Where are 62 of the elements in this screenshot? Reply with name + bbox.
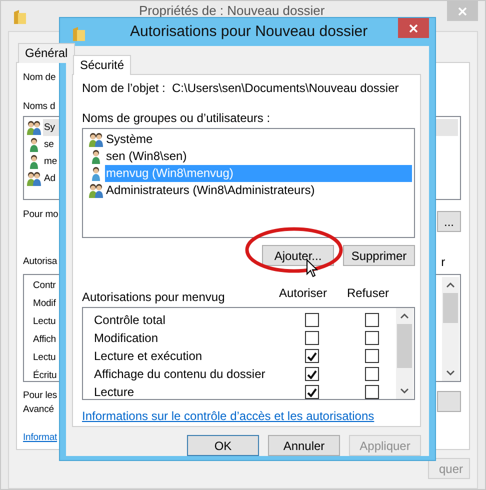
permission-name: Modification (94, 331, 160, 345)
deny-checkbox[interactable] (365, 331, 379, 345)
scroll-down-icon[interactable] (400, 388, 409, 394)
allow-checkbox[interactable] (305, 331, 319, 345)
object-path: C:\Users\sen\Documents\Nouveau dossier (172, 81, 399, 95)
instruction-text: Avancé (23, 403, 55, 417)
permission-name: Modif (33, 297, 56, 311)
scroll-up-icon[interactable] (446, 282, 455, 288)
dialog-button[interactable]: Annuler (268, 435, 340, 456)
permission-name: Affichage du contenu du dossier (94, 367, 266, 381)
allow-checkbox[interactable] (305, 313, 319, 327)
deny-checkbox[interactable] (365, 367, 379, 381)
folder-icon (72, 26, 86, 42)
field-label: Noms de groupes ou d’utilisateurs : (82, 111, 272, 125)
folder-icon (13, 9, 27, 25)
permission-name: Contr (33, 279, 56, 293)
scroll-down-icon[interactable] (446, 370, 455, 376)
section-label: Autorisa (23, 255, 58, 269)
dialog-button[interactable]: OK (187, 435, 259, 456)
scrollbar[interactable] (396, 308, 413, 399)
deny-checkbox[interactable] (365, 349, 379, 363)
user-item[interactable]: sen (Win8\sen) (105, 148, 412, 165)
allow-checkbox[interactable] (305, 367, 319, 381)
column-header: r (441, 255, 445, 269)
permission-name: Lecture et exécution (94, 349, 204, 363)
permission-name: Contrôle total (94, 313, 166, 327)
user-group-icon (88, 183, 104, 198)
user-group-icon (26, 120, 42, 135)
section-label: Autorisations pour menvug (82, 290, 225, 304)
add-button[interactable]: Ajouter... (262, 245, 334, 266)
column-header: Refuser (346, 286, 389, 300)
help-link[interactable]: Informations sur le contrôle d’accès et les autorisations (82, 409, 415, 423)
deny-checkbox[interactable] (365, 385, 379, 399)
user-group-icon (88, 132, 104, 147)
tab[interactable]: Général (18, 43, 75, 63)
instruction-text: Pour mo (23, 208, 58, 222)
field-label: Nom de l’objet : (82, 81, 166, 95)
scroll-up-icon[interactable] (400, 313, 409, 319)
scrollbar[interactable] (442, 277, 459, 381)
permission-name: Lecture (94, 385, 136, 399)
edit-button[interactable]: ... (437, 211, 461, 232)
dialog-title: Autorisations pour Nouveau dossier (130, 23, 368, 40)
permission-name: Affich (33, 333, 56, 347)
permission-name: Lectu (33, 315, 56, 329)
window-title: Propriétés de : Nouveau dossier (139, 3, 325, 18)
close-button[interactable] (398, 18, 429, 38)
close-icon (409, 24, 418, 32)
column-header: Autoriser (278, 286, 327, 300)
user-item[interactable]: Système (105, 131, 412, 148)
permission-name: Écritu (33, 369, 57, 383)
close-icon (458, 6, 467, 16)
allow-checkbox[interactable] (305, 385, 319, 399)
tab[interactable]: Sécurité (73, 55, 132, 75)
user-item[interactable]: Administrateurs (Win8\Administrateurs) (105, 182, 412, 199)
field-label: Noms d (23, 100, 56, 114)
deny-checkbox[interactable] (365, 313, 379, 327)
permission-name: Lectu (33, 351, 56, 365)
instruction-text: Pour les (23, 389, 58, 403)
allow-checkbox[interactable] (305, 349, 319, 363)
user-group-icon (26, 171, 42, 186)
remove-button[interactable]: Supprimer (343, 245, 415, 266)
field-label: Nom de (23, 71, 57, 85)
